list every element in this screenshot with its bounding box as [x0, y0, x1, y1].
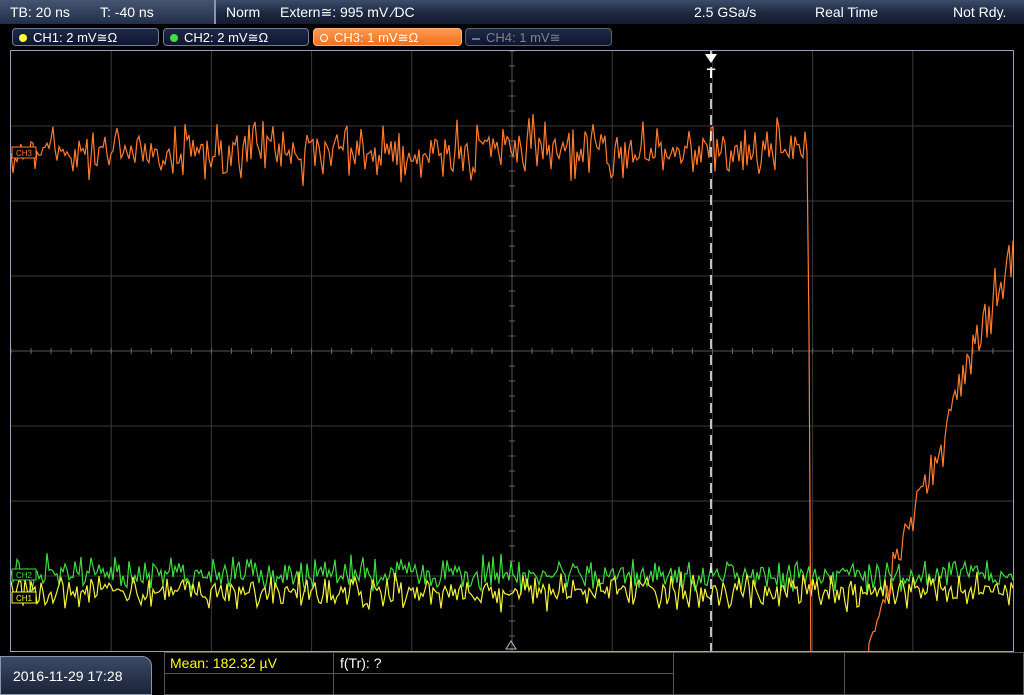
- ch1-marker-label: CH1: [16, 594, 33, 603]
- datetime-box: 2016-11-29 17:28: [0, 656, 152, 695]
- waveform-canvas: T CH3 CH2 CH1: [11, 51, 1013, 651]
- tab-ch3-label: CH3: 1 mV≅Ω: [334, 30, 419, 45]
- ch1-dot-icon: [19, 34, 27, 42]
- acquisition-mode[interactable]: Real Time: [815, 4, 878, 20]
- center-marker-icon: [505, 640, 517, 650]
- measurement-cell-3: [673, 652, 845, 695]
- trigger-mode[interactable]: Norm: [226, 4, 260, 20]
- datetime: 2016-11-29 17:28: [13, 668, 123, 684]
- ch2-marker-label: CH2: [16, 571, 33, 580]
- measurement-panel[interactable]: Mean: 182.32 µV f(Tr): ?: [164, 652, 1024, 695]
- measurement-row-2: [164, 673, 674, 695]
- waveform-display[interactable]: T CH3 CH2 CH1: [10, 50, 1014, 652]
- trigger-arrow-icon[interactable]: [705, 54, 717, 63]
- ch2-dot-icon: [170, 34, 178, 42]
- sample-rate[interactable]: 2.5 GSa/s: [694, 4, 756, 20]
- trigger-label: T: [707, 65, 716, 81]
- ch3-offset-marker[interactable]: CH3: [11, 146, 37, 159]
- tab-ch2-label: CH2: 2 mV≅Ω: [184, 30, 269, 45]
- ch3-dot-icon: [320, 34, 328, 42]
- status-bar: TB: 20 ns T: -40 ns Norm Extern≅: 995 mV…: [0, 0, 1024, 24]
- timebase-box[interactable]: TB: 20 ns T: -40 ns: [0, 0, 216, 24]
- graticule: [11, 51, 1013, 651]
- tab-ch4[interactable]: CH4: 1 mV≅: [465, 28, 612, 46]
- measurement-cell-4: [844, 652, 1024, 695]
- tab-ch2[interactable]: CH2: 2 mV≅Ω: [163, 28, 309, 46]
- tab-ch3[interactable]: CH3: 1 mV≅Ω: [313, 28, 462, 46]
- ch4-off-icon: [472, 38, 480, 40]
- tab-ch4-label: CH4: 1 mV≅: [486, 30, 561, 45]
- measurement-mean[interactable]: Mean: 182.32 µV: [170, 655, 277, 671]
- ch1-offset-marker[interactable]: CH1: [11, 591, 37, 604]
- measurement-freq[interactable]: f(Tr): ?: [340, 655, 381, 671]
- trigger-time-value[interactable]: T: -40 ns: [100, 4, 154, 20]
- run-status: Not Rdy.: [953, 4, 1007, 20]
- tab-ch1[interactable]: CH1: 2 mV≅Ω: [12, 28, 159, 46]
- ch2-offset-marker[interactable]: CH2: [11, 568, 37, 581]
- channel-tabs: CH1: 2 mV≅Ω CH2: 2 mV≅Ω CH3: 1 mV≅Ω CH4:…: [0, 24, 1024, 50]
- tab-ch1-label: CH1: 2 mV≅Ω: [33, 30, 118, 45]
- ch3-marker-label: CH3: [16, 149, 33, 158]
- timebase-value[interactable]: TB: 20 ns: [10, 4, 70, 20]
- trigger-source[interactable]: Extern≅: 995 mV ∕DC: [280, 4, 415, 20]
- measurement-divider: [333, 652, 334, 695]
